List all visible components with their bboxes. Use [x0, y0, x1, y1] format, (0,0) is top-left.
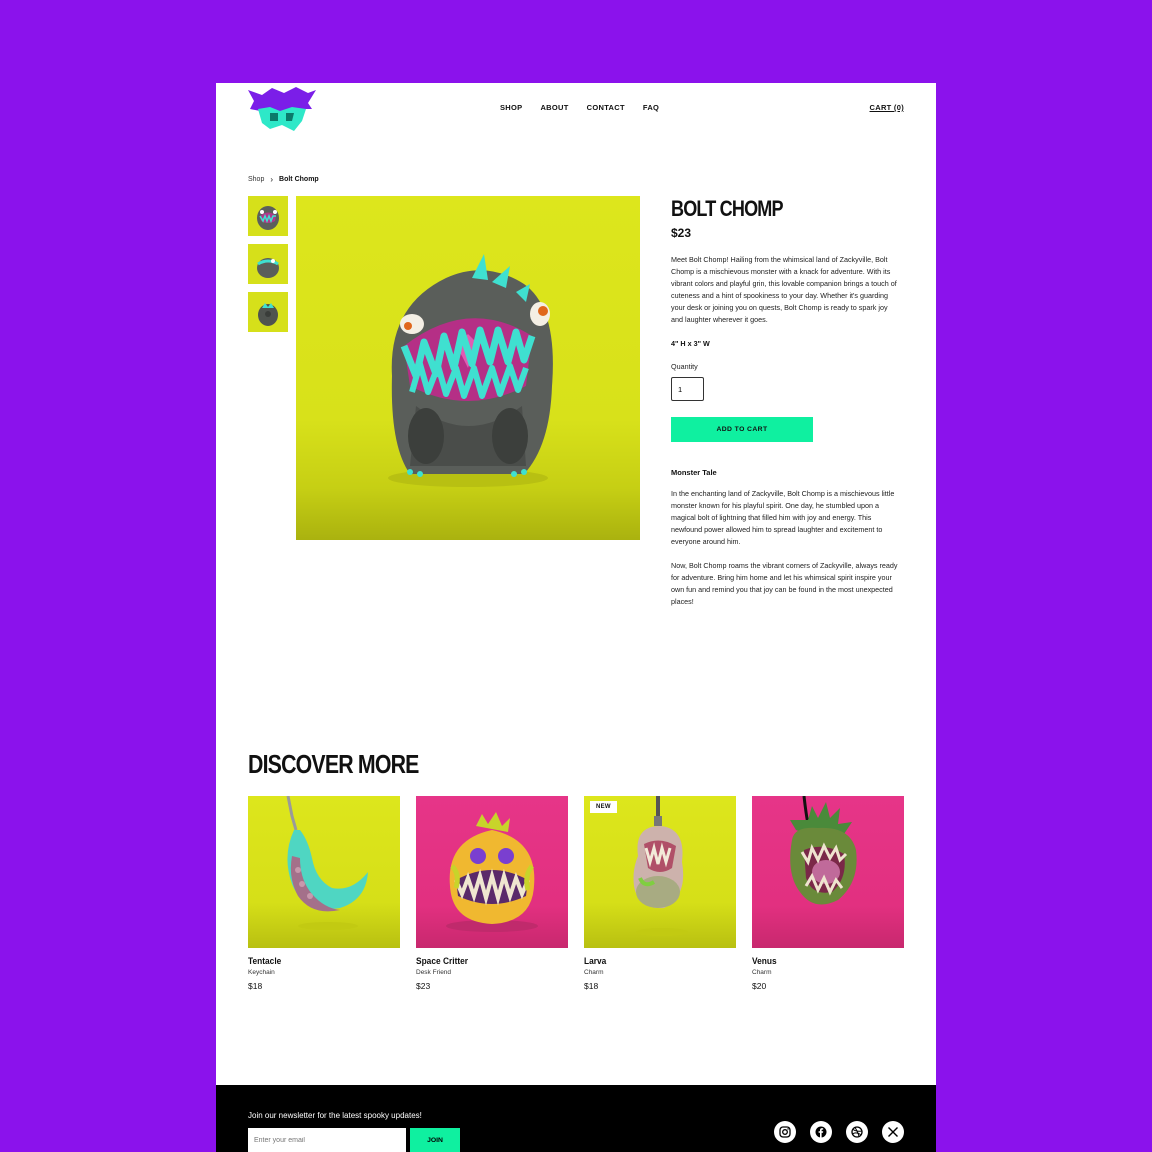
- nav-faq[interactable]: FAQ: [643, 103, 659, 112]
- footer: Join our newsletter for the latest spook…: [216, 1085, 936, 1152]
- product-card-larva[interactable]: NEW Larva Charm $18: [584, 796, 736, 991]
- product-card-tentacle[interactable]: Tentacle Keychain $18: [248, 796, 400, 991]
- add-to-cart-button[interactable]: ADD TO CART: [671, 417, 813, 442]
- product-card-name[interactable]: Venus: [752, 956, 886, 967]
- product-card-image[interactable]: [248, 796, 400, 948]
- product-size: 4" H x 3" W: [671, 339, 710, 348]
- product-card-image[interactable]: [416, 796, 568, 948]
- product-thumbnail-2[interactable]: [248, 244, 288, 284]
- chevron-right-icon: ›: [270, 175, 274, 184]
- cart-link[interactable]: CART (0): [870, 103, 904, 112]
- breadcrumb: Shop › Bolt Chomp: [248, 175, 319, 184]
- product-card-name[interactable]: Larva: [584, 956, 718, 967]
- monster-tale-paragraph-2: Now, Bolt Chomp roams the vibrant corner…: [671, 561, 898, 606]
- product-card-venus[interactable]: Venus Charm $20: [752, 796, 904, 991]
- product-title: BOLT CHOMP: [671, 196, 784, 221]
- join-button[interactable]: JOIN: [410, 1128, 460, 1152]
- product-card-image[interactable]: [752, 796, 904, 948]
- monster-tale-paragraph-1: In the enchanting land of Zackyville, Bo…: [671, 489, 895, 546]
- product-thumbnail-1[interactable]: [248, 196, 288, 236]
- quantity-label: Quantity: [671, 362, 698, 371]
- main-nav: SHOP ABOUT CONTACT FAQ: [500, 103, 659, 112]
- product-card-price: $18: [584, 981, 599, 991]
- page: SHOP ABOUT CONTACT FAQ CART (0) Shop › B…: [216, 83, 936, 1152]
- nav-about[interactable]: ABOUT: [540, 103, 568, 112]
- x-icon[interactable]: [882, 1121, 904, 1143]
- product-card-space-critter[interactable]: Space Critter Desk Friend $23: [416, 796, 568, 991]
- dribbble-icon[interactable]: [846, 1121, 868, 1143]
- nav-shop[interactable]: SHOP: [500, 103, 522, 112]
- discover-more-heading: DISCOVER MORE: [248, 749, 419, 779]
- instagram-icon[interactable]: [774, 1121, 796, 1143]
- product-card-name[interactable]: Tentacle: [248, 956, 382, 967]
- product-card-type: Keychain: [248, 969, 275, 976]
- breadcrumb-current: Bolt Chomp: [279, 176, 319, 183]
- product-card-price: $18: [248, 981, 263, 991]
- product-card-name[interactable]: Space Critter: [416, 956, 550, 967]
- product-card-type: Charm: [752, 969, 772, 976]
- product-card-type: Charm: [584, 969, 604, 976]
- social-links: [774, 1121, 904, 1143]
- product-main-image: [296, 196, 640, 540]
- product-card-image[interactable]: NEW: [584, 796, 736, 948]
- monster-tale-heading: Monster Tale: [671, 468, 717, 477]
- product-info: BOLT CHOMP $23 Meet Bolt Chomp! Hailing …: [671, 196, 901, 608]
- nav-contact[interactable]: CONTACT: [587, 103, 625, 112]
- newsletter-text: Join our newsletter for the latest spook…: [248, 1111, 422, 1120]
- breadcrumb-shop[interactable]: Shop: [248, 176, 264, 183]
- product-price: $23: [671, 226, 692, 240]
- product-description: Meet Bolt Chomp! Hailing from the whimsi…: [671, 255, 897, 324]
- facebook-icon[interactable]: [810, 1121, 832, 1143]
- product-thumbnail-3[interactable]: [248, 292, 288, 332]
- product-card-type: Desk Friend: [416, 969, 452, 976]
- email-input[interactable]: [248, 1128, 406, 1152]
- quantity-input[interactable]: [671, 377, 704, 401]
- new-badge: NEW: [590, 801, 617, 813]
- product-card-price: $23: [416, 981, 431, 991]
- product-card-price: $20: [752, 981, 767, 991]
- brand-logo[interactable]: [248, 87, 316, 131]
